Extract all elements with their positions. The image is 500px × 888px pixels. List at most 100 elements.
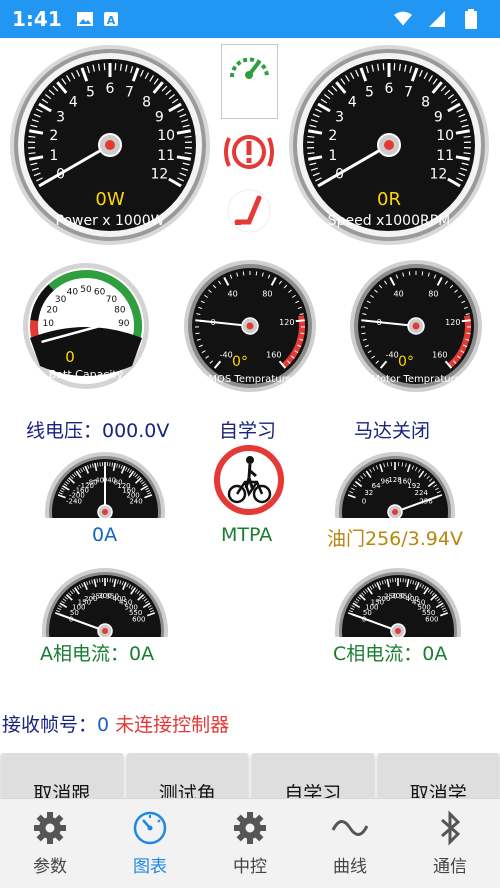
gauge-tick [300, 332, 305, 335]
gauge-tick-label: 4 [348, 94, 357, 110]
test-angle-button[interactable]: 测试角 [126, 753, 248, 801]
gauge-tick [463, 152, 471, 155]
nav-curves[interactable]: 曲线 [300, 799, 400, 888]
gauge-tick-label: 10 [42, 319, 54, 329]
wifi-icon [394, 10, 412, 28]
gauge-tick-label: 5 [86, 84, 95, 100]
gauge-tick-label: 11 [436, 148, 454, 164]
gauge-tick-label: 3 [56, 110, 65, 126]
battery-gauge: 01020304050607080901000Batt Capacity [12, 260, 160, 390]
gauge-tick-label: 120 [279, 318, 294, 327]
status-time: 1:41 [12, 7, 62, 31]
nav-charts[interactable]: 图表 [100, 799, 200, 888]
gauge-caption: Speed x1000RPM [328, 213, 451, 229]
gauge-tick-label: 80 [428, 289, 438, 298]
gauge-tick-label: 12 [150, 167, 168, 183]
self-learn-label: 自学习 [219, 420, 277, 442]
battery-icon [462, 9, 480, 29]
gauge-tick-label: 80 [114, 306, 126, 316]
gauge-caption: MOS Temprature [208, 374, 291, 385]
action-button-row: 取消跟 测试角 自学习 取消学 [0, 753, 500, 801]
gauge-tick-label: 600 [425, 616, 438, 624]
gauge-tick-label: -40 [220, 350, 233, 359]
motor-off-label: 马达关闭 [354, 420, 431, 442]
speedometer-icon [230, 57, 269, 79]
current-value: 0A [92, 524, 118, 546]
gauge-value: 0R [377, 189, 401, 210]
bottom-navigation: 参数 图表 中控 曲线 通信 [0, 798, 500, 888]
gauge-caption: Power x 1000W [56, 213, 165, 229]
gauge-tick-label: 40 [67, 288, 79, 298]
gauge-tick [361, 332, 366, 335]
gauge-tick-label: 4 [69, 94, 78, 110]
phase-current-gauge: -240-200-160-120-80-4004080120160200240 [43, 442, 167, 518]
a-phase-current-gauge: 050100150200250300350400450500550600 [40, 559, 170, 637]
gauge-tick-label: 1 [328, 148, 337, 164]
gauge-tick-label: 2 [49, 128, 58, 144]
gauge-tick [307, 135, 315, 138]
gear-icon [34, 812, 66, 844]
gauge-tick-label: 32 [364, 489, 373, 497]
nav-central-control-label: 中控 [233, 857, 267, 877]
gear-icon [234, 812, 266, 844]
gauge-tick-label: 12 [429, 167, 447, 183]
cruise-indicator [221, 44, 278, 119]
gauge-tick-label: 8 [421, 94, 430, 110]
gauge-tick [461, 319, 471, 323]
gauge-tick-label: 6 [385, 81, 394, 97]
gauge-tick-label: 7 [125, 84, 134, 100]
gauge-tick [184, 152, 192, 155]
c-phase-current-gauge: 050100150200250300350400450500550600 [333, 559, 463, 637]
nav-params-label: 参数 [33, 857, 67, 877]
gauge-tick [466, 332, 471, 335]
a-phase-current-label: A相电流：0A [40, 643, 155, 665]
gauge-value: 0° [232, 354, 248, 370]
brake-warning-icon [221, 130, 277, 174]
gauge-tick-label: 240 [129, 498, 142, 506]
connection-status: 未连接控制器 [115, 714, 230, 736]
gauge-tick-label: 40 [394, 289, 404, 298]
cancel-follow-button[interactable]: 取消跟 [1, 753, 123, 801]
gauge-tick-label: 40 [228, 289, 238, 298]
nav-params[interactable]: 参数 [0, 799, 100, 888]
self-learn-button[interactable]: 自学习 [252, 753, 374, 801]
gauge-tick-label: 60 [94, 288, 106, 298]
gauge-tick-label: 50 [80, 285, 92, 295]
gauge-tick-label: 90 [118, 319, 130, 329]
gauge-caption: Motor Temprature [371, 374, 460, 385]
gauge-tick-label: 224 [414, 489, 428, 497]
status-bar: 1:41 A [0, 0, 500, 38]
gauge-value: 0° [398, 354, 414, 370]
cancel-learn-button[interactable]: 取消学 [377, 753, 499, 801]
nav-central-control[interactable]: 中控 [200, 799, 300, 888]
svg-text:A: A [106, 14, 115, 27]
gauge-tick-label: 160 [432, 350, 447, 359]
gauge-tick-label: 7 [404, 84, 413, 100]
gauge-tick-label: 70 [106, 295, 118, 305]
throttle-gauge: 0326496128160192224256 [333, 442, 457, 518]
gauge-icon [133, 811, 167, 845]
dashboard: 01234567891011120WPower x 1000W 01234567… [0, 38, 500, 801]
gauge-caption: Batt Capacity [49, 368, 124, 381]
gauge-tick [184, 135, 192, 138]
gauge-tick-label: 5 [365, 84, 374, 100]
gauge-tick-label: 3 [335, 110, 344, 126]
gauge-tick-label: 30 [55, 295, 67, 305]
gauge-tick-label: 10 [436, 128, 454, 144]
receive-status: 接收帧号：0 未连接控制器 [2, 710, 229, 737]
image-icon [76, 10, 94, 28]
gauge-tick-label: 80 [262, 289, 272, 298]
gauge-value: 0W [95, 189, 124, 210]
nav-communication[interactable]: 通信 [400, 799, 500, 888]
nav-communication-label: 通信 [433, 857, 467, 877]
gauge-tick [307, 152, 315, 155]
app-a-icon: A [102, 10, 120, 28]
line-voltage-label: 线电压：000.0V [26, 420, 170, 442]
gauge-tick-label: 0 [362, 498, 366, 506]
mode-label: MTPA [221, 524, 273, 546]
mos-temp-gauge: -40040801201600°MOS Temprature [180, 260, 320, 394]
gauge-tick [463, 135, 471, 138]
gauge-tick-label: 20 [46, 306, 58, 316]
gauge-tick [28, 152, 36, 155]
gauge-tick-label: 9 [434, 110, 443, 126]
